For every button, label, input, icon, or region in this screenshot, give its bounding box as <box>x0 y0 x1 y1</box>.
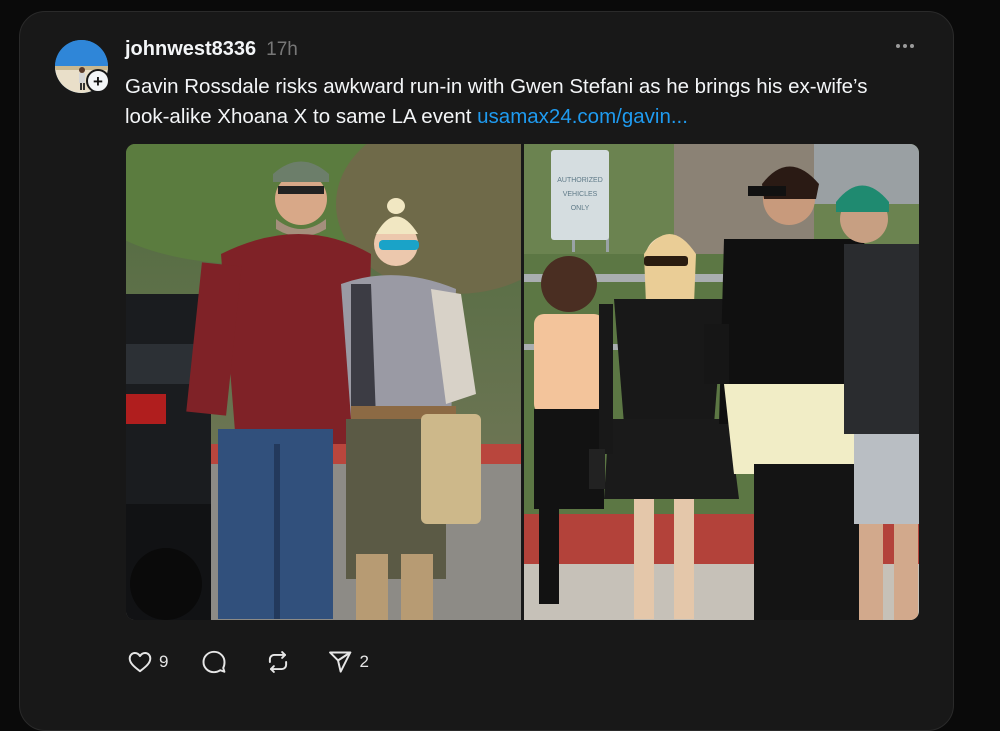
like-button[interactable]: 9 <box>127 649 168 675</box>
sign-line: AUTHORIZED <box>557 177 603 184</box>
more-options-button[interactable] <box>892 40 918 52</box>
sign-line: VEHICLES <box>563 191 598 198</box>
avatar-container[interactable]: + <box>55 40 110 93</box>
follow-plus-icon[interactable]: + <box>86 69 110 93</box>
post-link[interactable]: usamax24.com/gavin... <box>477 105 688 128</box>
share-button[interactable]: 2 <box>327 649 369 675</box>
heart-icon <box>128 652 152 673</box>
more-dot-icon <box>896 44 900 48</box>
comment-icon <box>202 650 226 674</box>
more-dot-icon <box>910 44 914 48</box>
timestamp: 17h <box>266 39 298 60</box>
like-count: 9 <box>159 652 169 671</box>
post-actions: 9 2 <box>127 649 369 675</box>
share-count: 2 <box>359 652 369 671</box>
more-dot-icon <box>903 44 907 48</box>
send-icon <box>329 651 352 673</box>
repost-button[interactable] <box>265 649 291 675</box>
photo-right[interactable]: AUTHORIZED VEHICLES ONLY <box>524 144 919 620</box>
photo-left[interactable] <box>126 144 521 620</box>
media-carousel[interactable]: AUTHORIZED VEHICLES ONLY <box>126 144 919 620</box>
post-header: johnwest8336 17h <box>125 38 298 61</box>
username[interactable]: johnwest8336 <box>125 38 256 61</box>
repost-icon <box>269 651 288 673</box>
comment-button[interactable] <box>201 649 227 675</box>
post-text: Gavin Rossdale risks awkward run-in with… <box>125 72 895 132</box>
post-card[interactable]: + johnwest8336 17h Gavin Rossdale risks … <box>19 11 954 731</box>
sign-line: ONLY <box>571 205 590 212</box>
